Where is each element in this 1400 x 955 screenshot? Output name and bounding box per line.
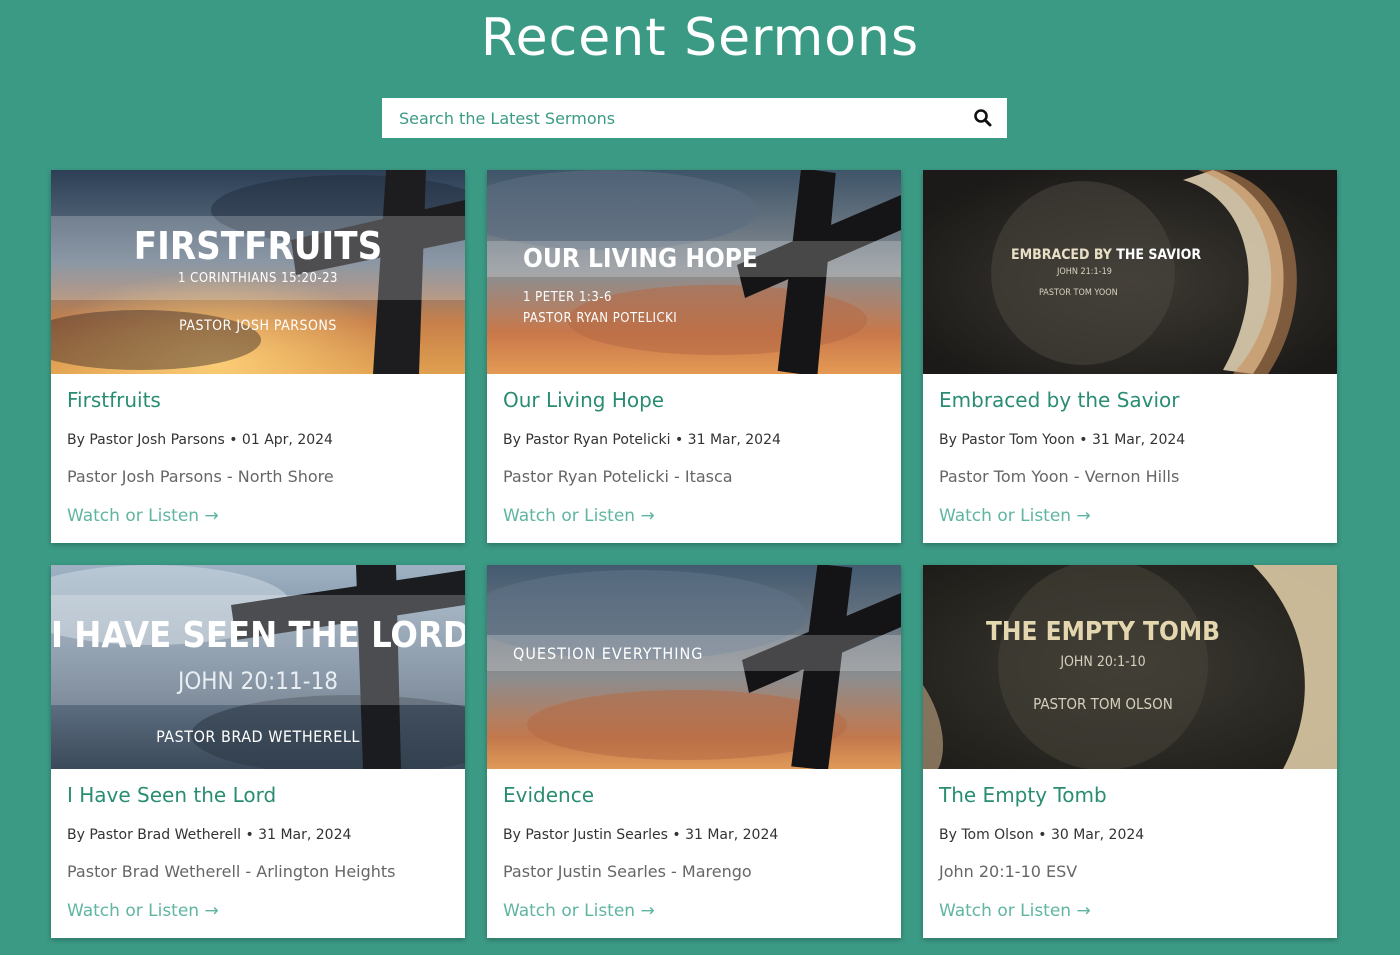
- search-button[interactable]: [971, 106, 995, 130]
- sermon-card[interactable]: OUR LIVING HOPE 1 PETER 1:3-6 PASTOR RYA…: [487, 170, 901, 543]
- sermon-thumbnail[interactable]: FIRSTFRUITS 1 CORINTHIANS 15:20-23 PASTO…: [51, 170, 465, 374]
- watch-or-listen-link[interactable]: Watch or Listen →: [503, 901, 655, 921]
- sermon-card[interactable]: FIRSTFRUITS 1 CORINTHIANS 15:20-23 PASTO…: [51, 170, 465, 543]
- image-scripture-text: JOHN 20:11-18: [177, 667, 339, 695]
- sermon-title[interactable]: The Empty Tomb: [939, 783, 1107, 807]
- sermon-description: Pastor Justin Searles - Marengo: [503, 862, 752, 881]
- sermon-meta: By Pastor Ryan Potelicki • 31 Mar, 2024: [503, 432, 781, 448]
- image-title-text: OUR LIVING HOPE: [523, 244, 758, 274]
- watch-or-listen-link[interactable]: Watch or Listen →: [67, 506, 219, 526]
- sermon-description: Pastor Tom Yoon - Vernon Hills: [939, 467, 1180, 486]
- image-pastor-text: PASTOR JOSH PARSONS: [179, 318, 337, 334]
- image-pastor-text: PASTOR TOM YOON: [1039, 288, 1118, 298]
- sermon-description: Pastor Ryan Potelicki - Itasca: [503, 467, 733, 486]
- sermon-description: John 20:1-10 ESV: [939, 862, 1078, 881]
- sermon-card[interactable]: I HAVE SEEN THE LORD JOHN 20:11-18 PASTO…: [51, 565, 465, 938]
- watch-or-listen-link[interactable]: Watch or Listen →: [503, 506, 655, 526]
- sermon-description: Pastor Josh Parsons - North Shore: [67, 467, 334, 486]
- sermon-meta: By Pastor Justin Searles • 31 Mar, 2024: [503, 827, 779, 843]
- sermon-title[interactable]: I Have Seen the Lord: [67, 783, 276, 807]
- sermon-card[interactable]: THE EMPTY TOMB JOHN 20:1-10 PASTOR TOM O…: [923, 565, 1337, 938]
- image-title-text: FIRSTFRUITS: [133, 224, 383, 268]
- sermon-title[interactable]: Our Living Hope: [503, 388, 664, 412]
- image-title-text: THE EMPTY TOMB: [985, 617, 1221, 647]
- image-pastor-text: PASTOR TOM OLSON: [1033, 695, 1173, 713]
- sermon-meta: By Pastor Tom Yoon • 31 Mar, 2024: [939, 432, 1186, 448]
- sermon-title[interactable]: Embraced by the Savior: [939, 388, 1180, 412]
- sermon-thumbnail[interactable]: QUESTION EVERYTHING: [487, 565, 901, 769]
- sermon-thumbnail[interactable]: OUR LIVING HOPE 1 PETER 1:3-6 PASTOR RYA…: [487, 170, 901, 374]
- sermon-card[interactable]: QUESTION EVERYTHING Evidence By Pastor J…: [487, 565, 901, 938]
- image-scripture-text: JOHN 20:1-10: [1060, 654, 1146, 670]
- sermon-title[interactable]: Evidence: [503, 783, 594, 807]
- watch-or-listen-link[interactable]: Watch or Listen →: [67, 901, 219, 921]
- sermon-meta: By Pastor Brad Wetherell • 31 Mar, 2024: [67, 827, 352, 843]
- image-scripture-text: 1 PETER 1:3-6: [523, 290, 612, 305]
- image-pastor-text: PASTOR RYAN POTELICKI: [523, 311, 678, 326]
- sermon-thumbnail[interactable]: THE EMPTY TOMB JOHN 20:1-10 PASTOR TOM O…: [923, 565, 1337, 769]
- image-pastor-text: PASTOR BRAD WETHERELL: [156, 727, 360, 746]
- sermon-thumbnail[interactable]: EMBRACED BY THE SAVIOR JOHN 21:1-19 PAST…: [923, 170, 1337, 374]
- watch-or-listen-link[interactable]: Watch or Listen →: [939, 506, 1091, 526]
- search-input[interactable]: [382, 98, 942, 138]
- sermon-title[interactable]: Firstfruits: [67, 388, 161, 412]
- image-title-text: I HAVE SEEN THE LORD: [51, 615, 465, 656]
- search-icon: [974, 109, 992, 127]
- watch-or-listen-link[interactable]: Watch or Listen →: [939, 901, 1091, 921]
- image-scripture-text: 1 CORINTHIANS 15:20-23: [178, 271, 338, 286]
- image-title-text: QUESTION EVERYTHING: [513, 644, 704, 663]
- sermon-meta: By Tom Olson • 30 Mar, 2024: [939, 827, 1145, 843]
- image-scripture-text: JOHN 21:1-19: [1057, 267, 1112, 277]
- image-title-text: EMBRACED BY THE SAVIOR: [1011, 247, 1202, 263]
- sermon-card[interactable]: EMBRACED BY THE SAVIOR JOHN 21:1-19 PAST…: [923, 170, 1337, 543]
- sermon-description: Pastor Brad Wetherell - Arlington Height…: [67, 862, 396, 881]
- sermon-meta: By Pastor Josh Parsons • 01 Apr, 2024: [67, 432, 333, 448]
- sermon-thumbnail[interactable]: I HAVE SEEN THE LORD JOHN 20:11-18 PASTO…: [51, 565, 465, 769]
- search-bar: [382, 98, 1007, 138]
- page-title: Recent Sermons: [480, 8, 920, 68]
